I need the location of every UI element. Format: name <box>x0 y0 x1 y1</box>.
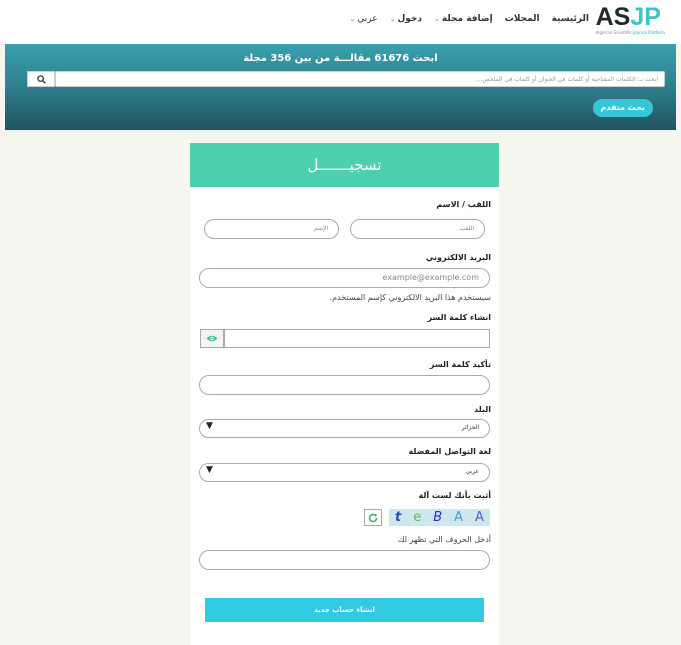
confirm-password-field[interactable] <box>199 375 490 395</box>
registration-card: تسجيـــــــل اللقب / الاسم اللقب الإسم ا… <box>190 143 499 645</box>
search-input[interactable]: ابحث بـ: الكلمات المفتاحية أو كلمات في ا… <box>55 71 665 87</box>
email-field[interactable]: example@example.com <box>199 268 490 288</box>
triangle-down-icon: ▼ <box>206 465 213 475</box>
nav-item-journals[interactable]: المجلات <box>505 14 540 24</box>
captcha-char: t <box>395 510 402 525</box>
password-label: انشاء كلمة السر <box>427 313 491 322</box>
password-field[interactable] <box>224 329 490 348</box>
confirm-password-label: تأكيد كلمة السر <box>429 360 491 369</box>
captcha-label: أثبت بأنك لست آلة <box>418 491 491 500</box>
captcha-char: A <box>454 510 464 525</box>
magnifier-icon <box>36 74 46 84</box>
main-menu: الرئيسية المجلات إضافة مجلة⌄ دخول⌄ عربي⌄ <box>349 14 589 24</box>
captcha-image: t e B A A <box>389 509 490 526</box>
language-select[interactable]: عربي ▼ <box>199 463 490 482</box>
language-label: لغة التواصل المفضلة <box>408 447 491 456</box>
chevron-down-icon: ⌄ <box>349 15 356 23</box>
chevron-down-icon: ⌄ <box>389 15 396 23</box>
name-label: اللقب / الاسم <box>436 200 491 209</box>
nav-item-language[interactable]: عربي⌄ <box>349 14 377 24</box>
email-label: البريد الالكتروني <box>425 253 491 262</box>
captcha-input[interactable] <box>199 550 490 570</box>
advanced-search-button[interactable]: بحث متقدم <box>592 99 653 117</box>
refresh-captcha-button[interactable] <box>364 509 382 526</box>
email-help-text: سيستخدم هذا البريد الالكتروني كإسم المست… <box>329 293 491 302</box>
nav-item-login[interactable]: دخول⌄ <box>390 14 422 24</box>
captcha-char: e <box>413 510 422 525</box>
country-label: البلد <box>474 405 491 414</box>
eye-icon <box>206 335 218 342</box>
language-value: عربي <box>465 468 479 475</box>
lastname-field[interactable]: اللقب <box>350 219 485 239</box>
show-password-button[interactable] <box>200 329 224 348</box>
card-title: تسجيـــــــل <box>190 143 499 187</box>
country-select[interactable]: الجزائر ▼ <box>199 419 490 438</box>
chevron-down-icon: ⌄ <box>434 15 440 23</box>
search-button[interactable] <box>27 71 55 87</box>
create-account-button[interactable]: انشاء حساب جديد <box>205 598 484 622</box>
site-logo[interactable]: ASJP Algerian Scientific Journal Platfor… <box>596 4 665 35</box>
search-title: ابحث 61676 مقالـــة من بين 356 مجلة <box>243 53 438 64</box>
captcha-help-text: أدخل الحروف التي تظهر لك <box>397 535 491 544</box>
triangle-down-icon: ▼ <box>206 421 213 431</box>
top-navbar: ASJP Algerian Scientific Journal Platfor… <box>0 0 681 44</box>
captcha-char: B <box>433 510 443 525</box>
logo-tagline: Algerian Scientific Journal Platform <box>595 30 665 35</box>
nav-item-home[interactable]: الرئيسية <box>552 14 589 24</box>
search-banner: ابحث 61676 مقالـــة من بين 356 مجلة ابحث… <box>5 44 676 130</box>
logo-text: ASJP <box>595 3 661 31</box>
captcha-char: A <box>475 510 484 525</box>
nav-item-add-journal[interactable]: إضافة مجلة⌄ <box>434 14 493 24</box>
firstname-field[interactable]: الإسم <box>204 219 339 239</box>
country-value: الجزائر <box>461 424 479 431</box>
refresh-icon <box>368 513 378 522</box>
